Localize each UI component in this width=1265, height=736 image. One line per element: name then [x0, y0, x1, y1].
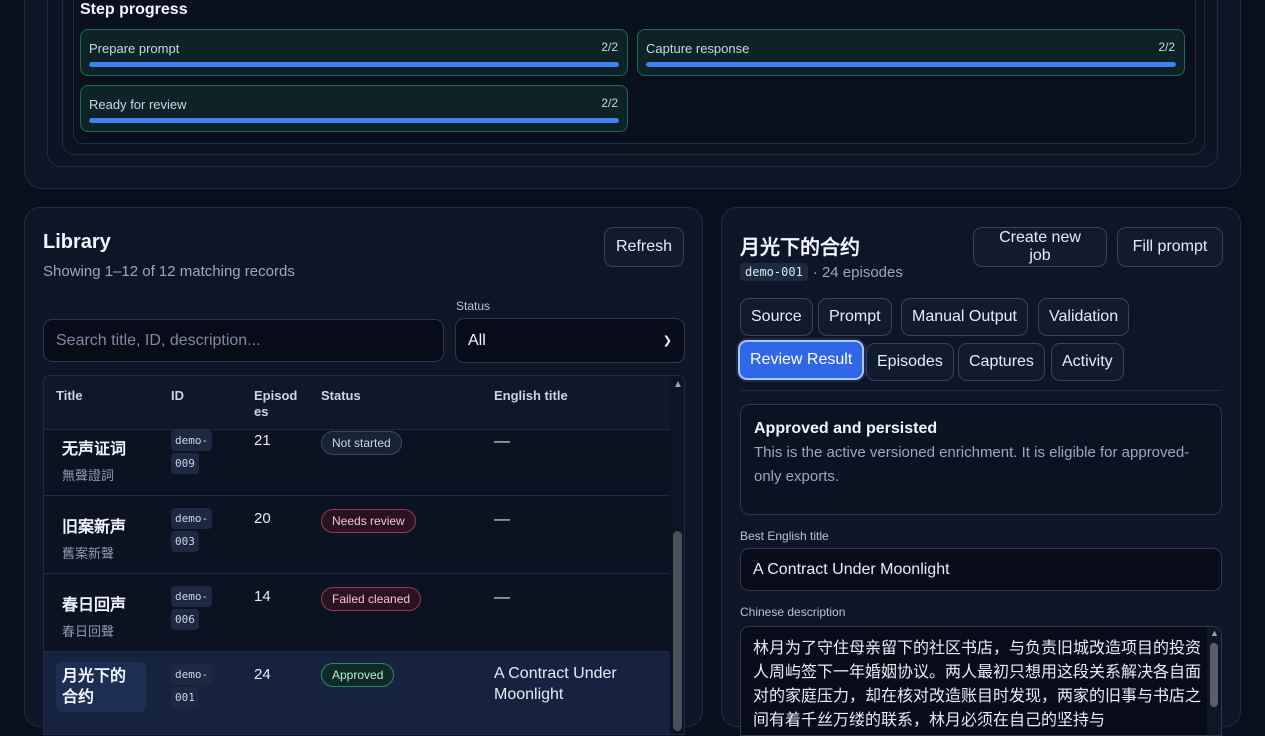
cn-description-textarea[interactable]: 林月为了守住母亲留下的社区书店，与负责旧城改造项目的投资人周屿签下一年婚姻协议。…: [740, 626, 1222, 736]
tab-episodes[interactable]: Episodes: [866, 343, 954, 381]
detail-id-chip: demo-001: [740, 263, 808, 281]
detail-meta: demo-001 · 24 episodes: [740, 263, 903, 281]
tab-review-result[interactable]: Review Result: [738, 340, 865, 380]
tabs-divider: [740, 390, 1222, 391]
col-title[interactable]: Title: [56, 388, 83, 403]
textarea-scrollbar[interactable]: ▲: [1207, 627, 1221, 735]
row-english-title: —: [494, 589, 510, 606]
review-status-notice: Approved and persisted This is the activ…: [740, 404, 1222, 515]
row-title: 春日回声: [62, 597, 127, 614]
scroll-thumb[interactable]: [1210, 643, 1218, 707]
records-table: Title ID Episod es Status English title …: [43, 375, 685, 735]
row-title: 月光下的合约: [56, 662, 146, 712]
job-panel-inner: [47, 0, 1218, 167]
row-id-part: demo-: [171, 430, 213, 451]
row-id-part: demo-: [171, 508, 213, 529]
step-count: 2/2: [1158, 40, 1175, 54]
step-ready-for-review: Ready for review 2/2: [80, 85, 628, 132]
step-progress-bar: [89, 62, 619, 67]
fill-prompt-button[interactable]: Fill prompt: [1117, 227, 1223, 267]
row-episodes: 24: [254, 666, 271, 683]
row-id-part: 009: [171, 453, 199, 474]
step-progress-bar: [646, 62, 1176, 67]
table-row[interactable]: 春日回声 春日回聲 demo- 006 14 Failed cleaned —: [44, 574, 670, 652]
chevron-down-icon: ❯: [662, 335, 672, 347]
refresh-button[interactable]: Refresh: [604, 227, 684, 267]
step-progress-fill: [89, 118, 619, 123]
tab-validation[interactable]: Validation: [1038, 298, 1130, 336]
row-title: 无声证词: [62, 441, 127, 458]
step-count: 2/2: [601, 96, 618, 110]
status-filter-label: Status: [456, 299, 491, 313]
col-episodes[interactable]: Episod es: [254, 388, 302, 420]
best-title-label: Best English title: [740, 529, 829, 543]
best-title-field[interactable]: A Contract Under Moonlight: [740, 548, 1222, 591]
step-count: 2/2: [601, 40, 618, 54]
status-badge: Approved: [321, 663, 395, 687]
tab-manual-output[interactable]: Manual Output: [901, 298, 1028, 336]
scroll-thumb[interactable]: [673, 531, 682, 731]
cn-description-label: Chinese description: [740, 605, 846, 619]
status-select-value: All: [468, 331, 486, 349]
cn-description-text: 林月为了守住母亲留下的社区书店，与负责旧城改造项目的投资人周屿签下一年婚姻协议。…: [753, 640, 1202, 729]
detail-title: 月光下的合约: [740, 237, 860, 259]
scroll-up-icon[interactable]: ▲: [1210, 628, 1219, 638]
table-row-selected[interactable]: 月光下的合约 demo- 001 24 Approved A Contract U…: [44, 652, 670, 734]
row-id-part: 006: [171, 609, 199, 630]
notice-body: This is the active versioned enrichment.…: [754, 444, 1190, 485]
row-episodes: 20: [254, 510, 271, 527]
col-english-title[interactable]: English title: [494, 388, 568, 403]
search-input[interactable]: [43, 319, 444, 362]
row-english-title: A Contract Under Moonlight: [494, 665, 617, 703]
step-progress-fill: [646, 62, 1176, 67]
row-id-part: demo-: [171, 664, 213, 685]
row-episodes: 14: [254, 588, 271, 605]
row-subtitle: 舊案新聲: [62, 546, 115, 561]
table-row[interactable]: 无声证词 無聲證詞 demo- 009 21 Not started —: [44, 418, 670, 496]
table-row[interactable]: 旧案新声 舊案新聲 demo- 003 20 Needs review —: [44, 496, 670, 574]
library-card: Library Showing 1–12 of 12 matching reco…: [24, 207, 703, 735]
step-label: Ready for review: [89, 97, 187, 112]
step-capture-response: Capture response 2/2: [637, 29, 1185, 76]
row-id: demo- 009: [171, 430, 214, 476]
detail-episodes: · 24 episodes: [812, 263, 903, 281]
status-select[interactable]: All ❯: [455, 318, 685, 363]
tab-prompt[interactable]: Prompt: [818, 298, 892, 336]
row-subtitle: 無聲證詞: [62, 468, 115, 483]
step-label: Capture response: [646, 41, 750, 56]
row-subtitle: 春日回聲: [62, 624, 115, 639]
row-id: demo- 003: [171, 508, 214, 554]
step-prepare-prompt: Prepare prompt 2/2: [80, 29, 628, 76]
notice-title: Approved and persisted: [754, 420, 938, 437]
row-id-part: 001: [171, 687, 199, 708]
library-summary: Showing 1–12 of 12 matching records: [43, 263, 295, 280]
tab-activity[interactable]: Activity: [1051, 343, 1124, 381]
row-id-part: demo-: [171, 586, 213, 607]
row-id: demo- 001: [171, 664, 214, 710]
row-episodes: 21: [254, 432, 271, 449]
step-progress-title: Step progress: [80, 1, 188, 18]
row-id: demo- 006: [171, 586, 214, 632]
row-title: 旧案新声: [62, 519, 127, 536]
status-badge: Not started: [321, 431, 402, 455]
status-badge: Needs review: [321, 509, 416, 533]
library-title: Library: [43, 231, 111, 253]
table-scrollbar[interactable]: ▲: [670, 376, 684, 734]
detail-card: 月光下的合约 demo-001 · 24 episodes Create new…: [721, 207, 1241, 736]
row-id-part: 003: [171, 531, 199, 552]
col-id[interactable]: ID: [171, 388, 184, 403]
tab-captures[interactable]: Captures: [958, 343, 1045, 381]
step-progress-fill: [89, 62, 619, 67]
step-label: Prepare prompt: [89, 41, 180, 56]
tab-source[interactable]: Source: [740, 298, 813, 336]
status-badge: Failed cleaned: [321, 587, 422, 611]
scroll-up-icon[interactable]: ▲: [673, 379, 683, 390]
row-english-title: —: [494, 511, 510, 528]
col-status[interactable]: Status: [321, 388, 361, 403]
create-new-job-button[interactable]: Create new job: [973, 227, 1107, 267]
row-english-title: —: [494, 433, 510, 450]
step-progress-bar: [89, 118, 619, 123]
